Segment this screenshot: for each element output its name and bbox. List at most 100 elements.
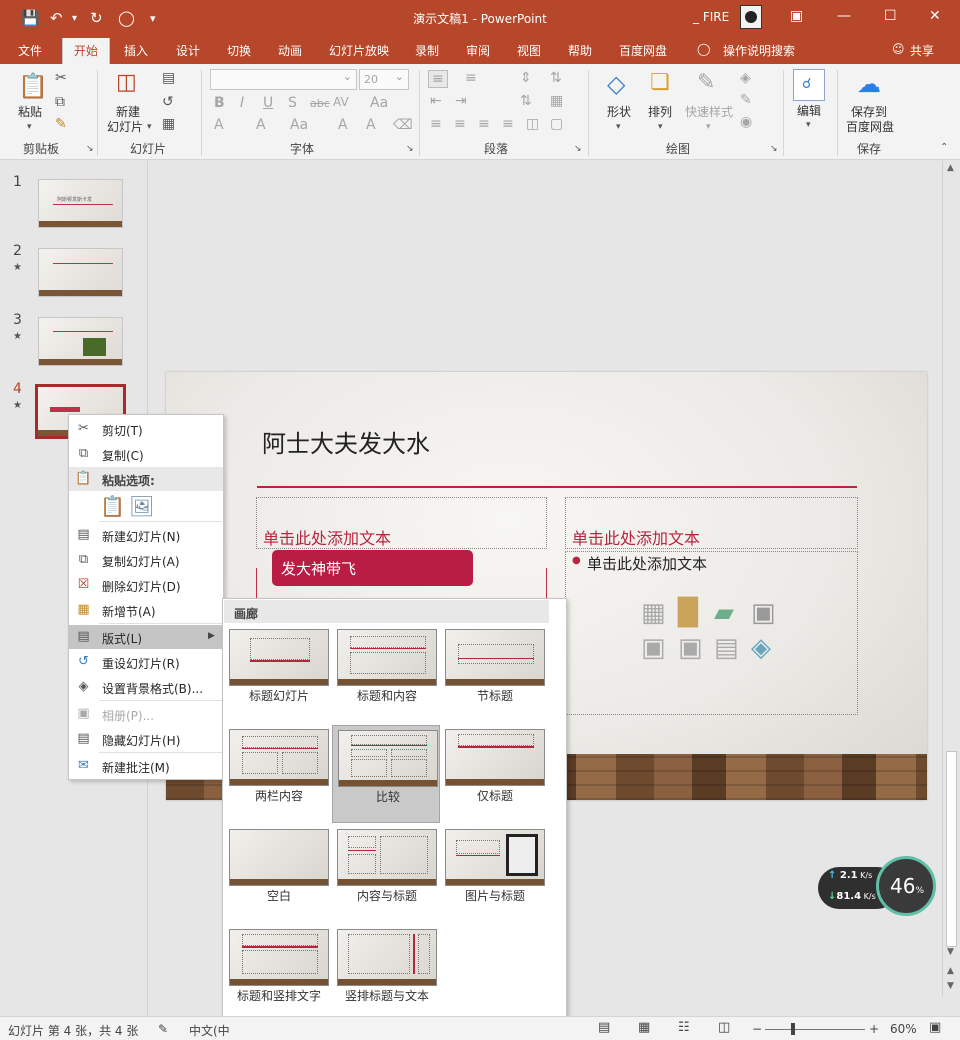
menu-item-cut[interactable]: ✂ 剪切(T) xyxy=(69,417,223,441)
baidu-cloud-icon[interactable]: ☁ xyxy=(857,70,881,98)
save-baidu-label-2[interactable]: 百度网盘 xyxy=(846,120,894,135)
menu-item-new-slide[interactable]: ▤ 新建幻灯片(N) xyxy=(69,523,223,547)
share-icon[interactable]: ☺ xyxy=(892,42,905,56)
slide-thumbnail-2[interactable] xyxy=(38,248,123,297)
menu-item-duplicate-slide[interactable]: ⧉ 复制幻灯片(A) xyxy=(69,548,223,572)
scrollbar-thumb[interactable] xyxy=(946,751,957,947)
shapes-icon[interactable]: ◇ xyxy=(607,70,625,98)
tab-slideshow[interactable]: 幻灯片放映 xyxy=(329,42,389,59)
language-status[interactable]: 中文(中 xyxy=(189,1022,230,1039)
share-button[interactable]: 共享 xyxy=(910,42,934,59)
italic-icon[interactable]: I xyxy=(240,95,244,111)
justify-icon[interactable]: ≡ xyxy=(502,116,514,132)
minimize-icon[interactable]: — xyxy=(837,8,851,24)
layout-picture-caption[interactable]: 图片与标题 xyxy=(440,825,548,921)
right-header-placeholder[interactable]: 单击此处添加文本 xyxy=(565,497,858,549)
reading-view-icon[interactable]: ☷ xyxy=(678,1020,690,1035)
slide-thumbnail-1[interactable]: 阿斯顿发斯卡发 xyxy=(38,179,123,228)
prev-slide-icon[interactable]: ▲ xyxy=(947,966,954,976)
reset-icon[interactable]: ↺ xyxy=(162,94,174,110)
copy-icon[interactable]: ⧉ xyxy=(55,94,65,110)
normal-view-icon[interactable]: ▤ xyxy=(598,1020,610,1035)
menu-item-delete-slide[interactable]: ☒ 删除幻灯片(D) xyxy=(69,573,223,597)
paste-button[interactable]: 粘贴 xyxy=(18,105,42,120)
decrease-indent-icon[interactable]: ⇤ xyxy=(430,93,442,109)
font-launcher-icon[interactable]: ↘ xyxy=(406,144,414,154)
align-right-icon[interactable]: ≡ xyxy=(478,116,490,132)
layout-title-slide[interactable]: 标题幻灯片 xyxy=(224,625,332,721)
quick-styles-icon[interactable]: ✎ xyxy=(697,70,715,95)
bold-icon[interactable]: B xyxy=(214,95,225,111)
arrange-dropdown-icon[interactable]: ▾ xyxy=(658,122,663,132)
zoom-out-icon[interactable]: − xyxy=(752,1022,762,1036)
ribbon-display-icon[interactable]: ▣ xyxy=(790,8,803,24)
strikethrough-icon[interactable]: abc xyxy=(310,97,330,110)
increase-indent-icon[interactable]: ⇥ xyxy=(455,93,467,109)
menu-item-reset-slide[interactable]: ↺ 重设幻灯片(R) xyxy=(69,650,223,674)
slide-thumbnail-3[interactable] xyxy=(38,317,123,366)
shapes-button[interactable]: 形状 xyxy=(607,105,631,120)
numbering-icon[interactable]: ≡ xyxy=(465,70,477,86)
scroll-down-icon[interactable]: ▼ xyxy=(947,947,954,957)
tab-baidu[interactable]: 百度网盘 xyxy=(619,42,667,59)
paragraph-launcher-icon[interactable]: ↘ xyxy=(574,144,582,154)
network-speed-widget[interactable]: ↑ 2.1 K/s ↓81.4 K/s 46% xyxy=(818,856,936,916)
text-effects-icon[interactable]: A xyxy=(214,117,224,133)
menu-item-format-background[interactable]: ◈ 设置背景格式(B)... xyxy=(69,675,223,699)
user-name[interactable]: _ FIRE xyxy=(693,10,729,24)
slide-title[interactable]: 阿士大夫发大水 xyxy=(262,424,430,459)
menu-item-hide-slide[interactable]: ▤ 隐藏幻灯片(H) xyxy=(69,727,223,751)
shapes-dropdown-icon[interactable]: ▾ xyxy=(616,122,621,132)
insert-3d-model-icon[interactable]: ▣ xyxy=(751,598,776,628)
font-name-combo[interactable] xyxy=(210,69,357,90)
tell-me-search[interactable]: 操作说明搜索 xyxy=(723,42,795,59)
cut-icon[interactable]: ✂ xyxy=(55,70,67,86)
zoom-slider-thumb[interactable] xyxy=(791,1023,795,1035)
zoom-slider-track[interactable] xyxy=(765,1029,865,1030)
columns-icon[interactable]: ◫ xyxy=(526,116,539,132)
arrange-button[interactable]: 排列 xyxy=(648,105,672,120)
tab-review[interactable]: 审阅 xyxy=(466,42,490,59)
tab-view[interactable]: 视图 xyxy=(517,42,541,59)
insert-video-icon[interactable]: ▤ xyxy=(714,633,739,663)
bullets-icon[interactable]: ≡ xyxy=(428,70,448,88)
layout-title-vertical-text[interactable]: 标题和竖排文字 xyxy=(224,925,332,1021)
new-slide-dropdown-icon[interactable]: ▾ xyxy=(147,122,152,132)
left-header-placeholder[interactable]: 单击此处添加文本 xyxy=(256,497,547,549)
shape-effects-icon[interactable]: ◉ xyxy=(740,114,752,130)
tab-transitions[interactable]: 切换 xyxy=(227,42,251,59)
layout-icon[interactable]: ▤ xyxy=(162,70,175,86)
paste-icon[interactable]: 📋 xyxy=(18,72,48,100)
tab-record[interactable]: 录制 xyxy=(415,42,439,59)
save-icon[interactable]: 💾 xyxy=(21,9,40,27)
shrink-font-icon[interactable]: A xyxy=(366,117,376,133)
slideshow-view-icon[interactable]: ◫ xyxy=(718,1020,730,1035)
insert-icon-icon[interactable]: ◈ xyxy=(751,633,771,663)
clear-format-icon[interactable]: ⌫ xyxy=(393,117,413,133)
char-spacing-icon[interactable]: AV xyxy=(333,95,349,109)
customize-qat-icon[interactable]: ▾ xyxy=(150,12,156,25)
layout-title-only[interactable]: 仅标题 xyxy=(440,725,548,821)
tab-home[interactable]: 开始 xyxy=(62,38,111,64)
right-content-placeholder[interactable]: ● 单击此处添加文本 ▦ █ ▰ ▣ ▣ ▣ ▤ ◈ xyxy=(565,551,858,715)
undo-dropdown-icon[interactable]: ▾ xyxy=(72,13,77,24)
close-icon[interactable]: ✕ xyxy=(929,8,941,24)
smartart-icon[interactable]: ▦ xyxy=(550,93,563,109)
menu-item-new-section[interactable]: ▦ 新增节(A) xyxy=(69,598,223,622)
shape-fill-icon[interactable]: ◈ xyxy=(740,70,751,86)
insert-table-icon[interactable]: ▦ xyxy=(641,598,666,628)
font-size-combo[interactable]: 20 xyxy=(359,69,409,90)
paste-use-theme-icon[interactable]: 📋 xyxy=(100,494,125,518)
quick-styles-button[interactable]: 快速样式 xyxy=(685,105,733,120)
layout-blank[interactable]: 空白 xyxy=(224,825,332,921)
avatar[interactable] xyxy=(740,5,762,29)
insert-smartart-icon[interactable]: ▰ xyxy=(714,598,734,628)
zoom-level[interactable]: 60% xyxy=(890,1022,917,1036)
align-center-icon[interactable]: ≡ xyxy=(454,116,466,132)
redo-icon[interactable]: ↻ xyxy=(90,9,103,27)
underline-icon[interactable]: U xyxy=(263,95,273,111)
tab-help[interactable]: 帮助 xyxy=(568,42,592,59)
fit-slide-icon[interactable]: ▣ xyxy=(929,1020,941,1035)
tab-animations[interactable]: 动画 xyxy=(278,42,302,59)
align-left-icon[interactable]: ≡ xyxy=(430,116,442,132)
